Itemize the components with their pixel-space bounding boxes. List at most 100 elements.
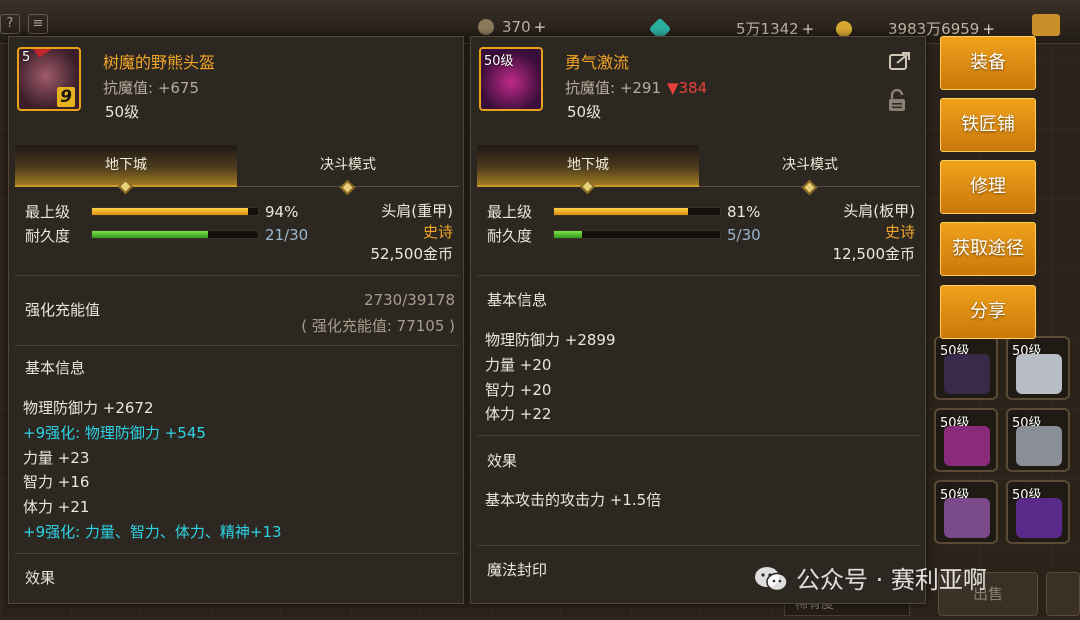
durability-bar-fill — [92, 231, 209, 238]
inventory-slot[interactable]: 50级 — [1006, 408, 1070, 472]
equipped-item-tooltip: 5 9 树魔的野熊头盔 抗魔值: +675 50级 地下城 决斗模式 最上级 9… — [8, 36, 464, 604]
tab-dungeon[interactable]: 地下城 — [477, 145, 699, 195]
stat-line: 物理防御力 +2672 — [23, 399, 154, 417]
effect-title: 效果 — [487, 452, 518, 470]
durability-label: 耐久度 — [487, 227, 533, 245]
stat-line: 体力 +22 — [485, 405, 552, 423]
tab-dungeon[interactable]: 地下城 — [15, 145, 237, 195]
item-name: 勇气激流 — [565, 53, 630, 72]
anti-magic-value: 抗魔值: +675 — [103, 79, 200, 97]
rarity: 史诗 — [422, 223, 453, 241]
charge-value: ( 强化充能值: 77105 ) — [301, 317, 455, 335]
effect-text: 基本攻击的攻击力 +1.5倍 — [485, 491, 662, 509]
top-left-icons: ? ≡ — [0, 14, 56, 34]
item-name: 树魔的野熊头盔 — [103, 53, 216, 72]
anti-magic-value: 抗魔值: +291 ▼384 — [565, 79, 708, 97]
equipped-ribbon-icon — [29, 49, 79, 58]
boots-icon — [1016, 354, 1062, 394]
inventory-slot[interactable]: 50级 — [1006, 336, 1070, 400]
wechat-icon — [755, 567, 788, 592]
inventory-slot[interactable]: 50级 — [934, 336, 998, 400]
basic-info-title: 基本信息 — [487, 291, 548, 309]
help-icon[interactable]: ? — [0, 14, 20, 34]
gold-icon — [836, 21, 852, 37]
obtain-source-button[interactable]: 获取途径 — [940, 222, 1036, 276]
rarity: 史诗 — [884, 223, 915, 241]
durability-bar — [91, 230, 259, 239]
boots-icon — [944, 354, 990, 394]
item-level: 50级 — [567, 103, 602, 121]
grade-bar-fill — [554, 208, 689, 215]
grade-bar — [91, 207, 259, 216]
add-resource-1-button[interactable]: + — [534, 18, 547, 36]
tab-indicator-icon — [801, 179, 818, 196]
seal-title: 魔法封印 — [487, 561, 548, 579]
price: 52,500金币 — [370, 245, 454, 263]
mode-tabs: 地下城 决斗模式 — [15, 145, 459, 196]
compare-item-tooltip: 50级 勇气激流 抗魔值: +291 ▼384 50级 地下城 决斗模式 最上级 … — [470, 36, 926, 604]
share-icon[interactable] — [889, 51, 911, 71]
enhance-badge: 9 — [57, 87, 75, 107]
watermark: 公众号 · 赛利亚啊 — [754, 560, 987, 595]
durability-value: 5/30 — [727, 226, 761, 244]
inventory-slot[interactable]: 50级 — [1006, 480, 1070, 544]
charge-progress: 2730/39178 — [364, 291, 455, 309]
shoulder-icon — [944, 426, 990, 466]
inventory-slot[interactable]: 50级 — [934, 480, 998, 544]
tab-duel[interactable]: 决斗模式 — [699, 145, 921, 196]
blacksmith-button[interactable]: 铁匠铺 — [940, 98, 1036, 152]
stat-line: 体力 +21 — [23, 498, 90, 516]
shop-icon[interactable] — [1032, 14, 1060, 36]
durability-bar-fill — [554, 231, 582, 238]
divider — [477, 545, 921, 546]
grade-value: 94% — [265, 203, 299, 221]
slot-type: 头肩(板甲) — [843, 202, 915, 220]
belt-icon — [944, 498, 990, 538]
tab-indicator-icon — [339, 179, 356, 196]
grade-bar-fill — [92, 208, 249, 215]
divider — [15, 275, 459, 276]
sort-button[interactable] — [1046, 572, 1080, 616]
stat-line: +9强化: 物理防御力 +545 — [23, 424, 206, 442]
stat-line: 物理防御力 +2899 — [485, 331, 616, 349]
divider — [477, 435, 921, 436]
grade-label: 最上级 — [25, 203, 71, 221]
stat-line: 力量 +20 — [485, 356, 552, 374]
divider — [15, 553, 459, 554]
helmet-icon: 5 9 — [17, 47, 81, 111]
grade-label: 最上级 — [487, 203, 533, 221]
anti-magic-diff: ▼384 — [667, 79, 708, 97]
share-button[interactable]: 分享 — [940, 285, 1036, 339]
durability-value: 21/30 — [265, 226, 309, 244]
stat-line: 力量 +23 — [23, 449, 90, 467]
item-level: 50级 — [105, 103, 140, 121]
charge-title: 强化充能值 — [25, 301, 101, 319]
divider — [15, 345, 459, 346]
mode-tabs: 地下城 决斗模式 — [477, 145, 921, 196]
durability-label: 耐久度 — [25, 227, 71, 245]
basic-info-title: 基本信息 — [25, 359, 86, 377]
gauntlet-icon — [1016, 426, 1062, 466]
resource-1: 370 + — [478, 18, 546, 36]
effect-title: 效果 — [25, 569, 56, 587]
equip-button[interactable]: 装备 — [940, 36, 1036, 90]
slot-type: 头肩(重甲) — [381, 202, 453, 220]
divider — [477, 275, 921, 276]
price: 12,500金币 — [832, 245, 916, 263]
durability-bar — [553, 230, 721, 239]
belt-icon — [1016, 498, 1062, 538]
menu-icon[interactable]: ≡ — [28, 14, 48, 34]
stat-line: 智力 +20 — [485, 381, 552, 399]
lock-icon[interactable] — [887, 89, 907, 113]
tab-indicator-icon — [117, 178, 134, 195]
shoulder-armor-icon: 50级 — [479, 47, 543, 111]
inventory-slot[interactable]: 50级 — [934, 408, 998, 472]
tab-indicator-icon — [579, 178, 596, 195]
stat-line: +9强化: 力量、智力、体力、精神+13 — [23, 523, 282, 541]
repair-button[interactable]: 修理 — [940, 160, 1036, 214]
coin-icon — [478, 19, 494, 35]
tab-duel[interactable]: 决斗模式 — [237, 145, 459, 196]
grade-bar — [553, 207, 721, 216]
grade-value: 81% — [727, 203, 761, 221]
stat-line: 智力 +16 — [23, 473, 90, 491]
